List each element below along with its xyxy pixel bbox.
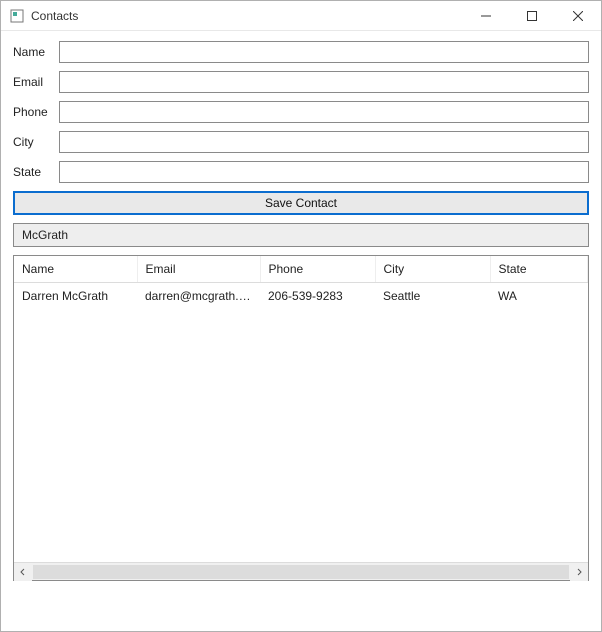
email-label: Email <box>13 75 59 89</box>
cell-state: WA <box>490 283 588 310</box>
close-button[interactable] <box>555 1 601 31</box>
scroll-right-icon[interactable] <box>570 563 588 581</box>
state-input[interactable] <box>59 161 589 183</box>
minimize-button[interactable] <box>463 1 509 31</box>
state-label: State <box>13 165 59 179</box>
contacts-table-container: Name Email Phone City State Darren McGra… <box>13 255 589 581</box>
phone-label: Phone <box>13 105 59 119</box>
email-input[interactable] <box>59 71 589 93</box>
scroll-left-icon[interactable] <box>14 563 32 581</box>
save-contact-button[interactable]: Save Contact <box>13 191 589 215</box>
horizontal-scrollbar[interactable] <box>14 562 588 580</box>
column-header-state[interactable]: State <box>490 256 588 283</box>
app-icon <box>9 8 25 24</box>
phone-input[interactable] <box>59 101 589 123</box>
cell-city: Seattle <box>375 283 490 310</box>
city-input[interactable] <box>59 131 589 153</box>
cell-name: Darren McGrath <box>14 283 137 310</box>
city-label: City <box>13 135 59 149</box>
maximize-button[interactable] <box>509 1 555 31</box>
column-header-city[interactable]: City <box>375 256 490 283</box>
search-input[interactable] <box>13 223 589 247</box>
name-label: Name <box>13 45 59 59</box>
column-header-name[interactable]: Name <box>14 256 137 283</box>
content-area: Name Email Phone City State Save Contact… <box>1 31 601 593</box>
name-input[interactable] <box>59 41 589 63</box>
contacts-table: Name Email Phone City State Darren McGra… <box>14 256 588 309</box>
titlebar: Contacts <box>1 1 601 31</box>
scrollbar-track[interactable] <box>33 565 569 579</box>
cell-phone: 206-539-9283 <box>260 283 375 310</box>
column-header-phone[interactable]: Phone <box>260 256 375 283</box>
table-row[interactable]: Darren McGrath darren@mcgrath.c... 206-5… <box>14 283 588 310</box>
cell-email: darren@mcgrath.c... <box>137 283 260 310</box>
column-header-email[interactable]: Email <box>137 256 260 283</box>
window-title: Contacts <box>31 9 78 23</box>
